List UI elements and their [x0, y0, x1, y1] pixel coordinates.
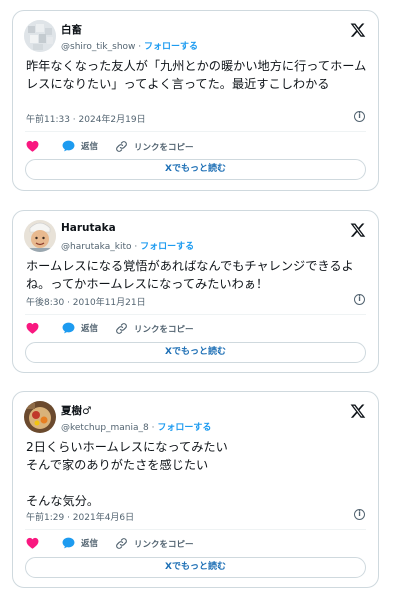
info-icon[interactable]: i [354, 509, 365, 520]
author-handle[interactable]: @harutaka_kito [61, 242, 131, 252]
reply-label: 返信 [81, 142, 99, 152]
copy-link-button[interactable]: リンクをコピー [115, 140, 194, 153]
author-handle-line: @harutaka_kito · フォローする [61, 239, 194, 252]
reply-label: 返信 [81, 324, 99, 334]
divider [25, 131, 366, 132]
author-handle[interactable]: @ketchup_mania_8 [61, 423, 149, 433]
tweet-actions: 返信 リンクをコピー [26, 322, 366, 336]
x-logo-icon[interactable] [350, 22, 366, 38]
tweet-text: 2日くらいホームレスになってみたい そんで家のありがたさを感じたい そんな気分。 [26, 438, 368, 510]
separator-dot: · [138, 42, 142, 52]
tweet-header: 白畜 @shiro_tik_show · フォローする [24, 20, 368, 54]
tweet-actions: 返信 リンクをコピー [26, 140, 366, 154]
separator-dot: · [151, 423, 155, 433]
reply-button[interactable]: 返信 [62, 140, 98, 152]
follow-button[interactable]: フォローする [144, 42, 198, 52]
tweet-text-line: そんな気分。 [26, 494, 100, 508]
like-button[interactable] [26, 537, 39, 549]
read-more-button[interactable]: Xでもっと読む [25, 557, 366, 578]
author-name[interactable]: 夏樹♂ [61, 403, 91, 418]
follow-button[interactable]: フォローする [140, 242, 194, 252]
tweet-card-2: Harutaka @harutaka_kito · フォローする ホームレスにな… [12, 210, 379, 373]
author-handle-line: @ketchup_mania_8 · フォローする [61, 420, 211, 433]
divider [25, 529, 366, 530]
x-logo-icon[interactable] [350, 222, 366, 238]
reply-icon [62, 140, 75, 152]
link-icon [116, 538, 127, 549]
copy-link-label: リンクをコピー [134, 324, 194, 335]
reply-icon [62, 537, 75, 549]
reply-button[interactable]: 返信 [62, 322, 98, 334]
tweet-card-1: 白畜 @shiro_tik_show · フォローする 昨年なくなった友人が「九… [12, 10, 379, 191]
divider [25, 314, 366, 315]
copy-link-label: リンクをコピー [134, 539, 194, 550]
copy-link-button[interactable]: リンクをコピー [115, 537, 194, 550]
author-handle-line: @shiro_tik_show · フォローする [61, 39, 198, 52]
reply-label: 返信 [81, 539, 99, 549]
author-name[interactable]: 白畜 [61, 22, 82, 37]
reply-button[interactable]: 返信 [62, 537, 98, 549]
tweet-text: ホームレスになる覚悟があればなんでもチャレンジできるよね。ってかホームレスになっ… [26, 259, 354, 291]
reply-icon [62, 322, 75, 334]
heart-icon [26, 140, 39, 152]
like-button[interactable] [26, 140, 39, 152]
copy-link-button[interactable]: リンクをコピー [115, 322, 194, 335]
like-button[interactable] [26, 322, 39, 334]
person-photo-avatar-icon[interactable] [24, 220, 56, 252]
read-more-button[interactable]: Xでもっと読む [25, 342, 366, 363]
info-icon[interactable]: i [354, 111, 365, 122]
heart-icon [26, 322, 39, 334]
tweet-header: 夏樹♂ @ketchup_mania_8 · フォローする [24, 401, 368, 435]
info-icon[interactable]: i [354, 294, 365, 305]
tweet-text-line [26, 474, 368, 492]
tweet-timestamp[interactable]: 午前1:29 · 2021年4月6日 [26, 510, 134, 523]
tweet-actions: 返信 リンクをコピー [26, 537, 366, 551]
read-more-button[interactable]: Xでもっと読む [25, 159, 366, 180]
tweet-text-line: そんで家のありがたさを感じたい [26, 458, 209, 472]
food-photo-avatar-icon[interactable] [24, 401, 56, 433]
heart-icon [26, 537, 39, 549]
separator-dot: · [134, 242, 138, 252]
author-name[interactable]: Harutaka [61, 222, 116, 234]
tweet-text: 昨年なくなった友人が「九州とかの暖かい地方に行ってホームレスになりたい」ってよく… [26, 59, 367, 91]
tweet-timestamp[interactable]: 午前11:33 · 2024年2月19日 [26, 112, 146, 125]
link-icon [116, 323, 127, 334]
copy-link-label: リンクをコピー [134, 142, 194, 153]
x-logo-icon[interactable] [350, 403, 366, 419]
tweet-text-line: 2日くらいホームレスになってみたい [26, 440, 228, 454]
tweet-header: Harutaka @harutaka_kito · フォローする [24, 220, 368, 254]
link-icon [116, 141, 127, 152]
follow-button[interactable]: フォローする [157, 423, 211, 433]
tweet-timestamp[interactable]: 午後8:30 · 2010年11月21日 [26, 295, 146, 308]
tweet-card-3: 夏樹♂ @ketchup_mania_8 · フォローする 2日くらいホームレス… [12, 391, 379, 588]
blurred-avatar-icon[interactable] [24, 20, 56, 52]
author-handle[interactable]: @shiro_tik_show [61, 42, 135, 52]
